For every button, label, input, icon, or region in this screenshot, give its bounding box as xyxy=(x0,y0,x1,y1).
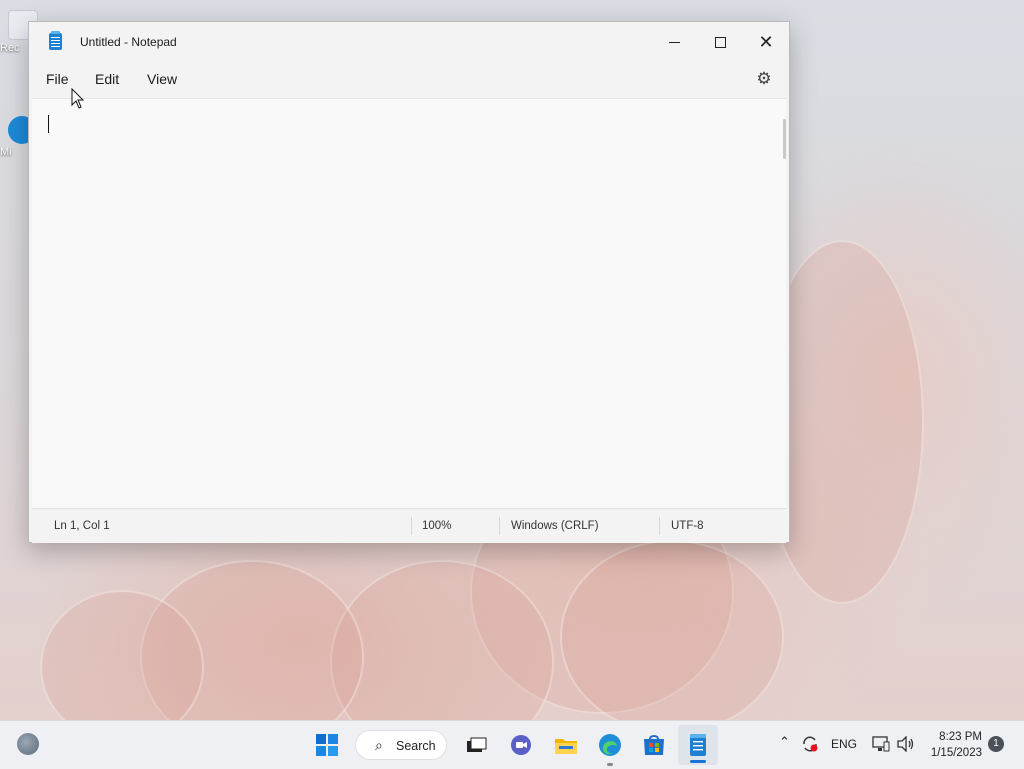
text-caret xyxy=(48,115,49,133)
close-icon: ✕ xyxy=(758,32,774,52)
minimize-icon xyxy=(668,41,680,43)
menu-edit[interactable]: Edit xyxy=(95,71,119,87)
active-indicator xyxy=(690,760,706,763)
edge-browser-icon[interactable] xyxy=(598,733,622,757)
menu-bar: File Edit View ⚙ xyxy=(29,62,789,98)
status-line-endings: Windows (CRLF) xyxy=(511,520,599,532)
desktop-icon-label: Mi xyxy=(0,146,12,158)
status-position: Ln 1, Col 1 xyxy=(54,520,110,532)
chevron-up-icon[interactable]: ⌃ xyxy=(779,734,790,750)
mouse-pointer-icon xyxy=(71,88,85,109)
search-label: Search xyxy=(396,739,436,753)
notification-badge[interactable]: 1 xyxy=(988,736,1004,752)
clock-time: 8:23 PM xyxy=(939,731,982,743)
sync-icon[interactable] xyxy=(801,735,819,753)
search-button[interactable]: ⌕ Search xyxy=(355,730,447,760)
minimize-button[interactable] xyxy=(651,22,697,62)
settings-button[interactable]: ⚙ xyxy=(755,70,773,88)
wallpaper-petal xyxy=(560,540,784,734)
close-button[interactable]: ✕ xyxy=(743,22,789,62)
widgets-icon[interactable] xyxy=(17,733,39,755)
status-divider xyxy=(411,517,412,535)
taskbar: ⌕ Search ⌃ ENG 8:23 PM 1/15/2023 1 xyxy=(0,720,1024,769)
system-clock[interactable]: 8:23 PM 1/15/2023 xyxy=(924,729,982,761)
maximize-icon xyxy=(714,36,726,48)
maximize-button[interactable] xyxy=(697,22,743,62)
notepad-app-icon xyxy=(49,31,62,50)
desktop-icon-label: Rec xyxy=(0,42,20,54)
network-icon[interactable] xyxy=(872,736,890,752)
notepad-taskbar-button[interactable] xyxy=(678,725,718,765)
status-bar: Ln 1, Col 1 100% Windows (CRLF) UTF-8 xyxy=(32,508,786,543)
status-divider xyxy=(659,517,660,535)
menu-file[interactable]: File xyxy=(46,71,69,87)
volume-icon[interactable] xyxy=(897,736,915,752)
file-explorer-icon[interactable] xyxy=(554,733,578,757)
running-indicator xyxy=(607,763,613,766)
vertical-scrollbar[interactable] xyxy=(783,119,786,159)
title-bar[interactable]: Untitled - Notepad ✕ xyxy=(29,22,789,62)
task-view-icon[interactable] xyxy=(464,733,488,757)
notepad-window: Untitled - Notepad ✕ File Edit View ⚙ Ln… xyxy=(28,21,790,543)
language-indicator[interactable]: ENG xyxy=(831,737,857,751)
microsoft-store-icon[interactable] xyxy=(642,733,666,757)
status-divider xyxy=(499,517,500,535)
menu-view[interactable]: View xyxy=(147,71,177,87)
status-encoding: UTF-8 xyxy=(671,520,704,532)
start-button-icon[interactable] xyxy=(315,733,339,757)
window-title: Untitled - Notepad xyxy=(80,35,177,49)
text-editor[interactable] xyxy=(32,98,786,508)
gear-icon: ⚙ xyxy=(756,69,772,88)
chat-icon[interactable] xyxy=(509,733,533,757)
status-zoom: 100% xyxy=(422,520,452,532)
clock-date: 1/15/2023 xyxy=(930,747,982,759)
search-icon: ⌕ xyxy=(375,737,383,753)
notepad-taskbar-icon xyxy=(690,734,706,756)
